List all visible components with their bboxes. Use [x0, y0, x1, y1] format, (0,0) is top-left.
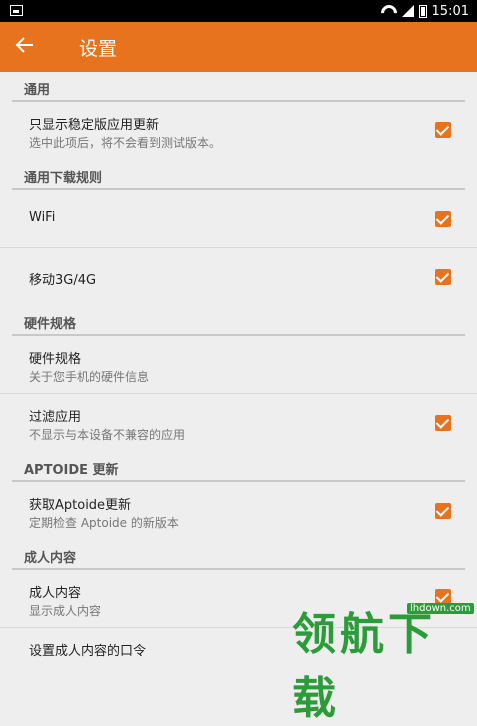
- section-header-label: 通用下载规则: [24, 171, 103, 186]
- setting-title: 硬件规格: [29, 352, 82, 367]
- section-header-label: 硬件规格: [24, 317, 77, 332]
- section-header-general: 通用: [0, 72, 477, 102]
- setting-title: 过滤应用: [29, 410, 82, 425]
- status-icons: 15:01: [381, 3, 469, 19]
- setting-wifi[interactable]: WiFi: [0, 190, 477, 248]
- app-bar: 设置: [0, 22, 477, 72]
- wifi-icon: [381, 5, 397, 17]
- setting-title: 成人内容: [29, 586, 82, 601]
- setting-summary: 选中此项后，将不会看到测试版本。: [29, 136, 222, 150]
- wifi-checkbox[interactable]: [435, 211, 451, 227]
- arrow-left-icon: [15, 37, 33, 53]
- signal-icon: [401, 5, 414, 17]
- section-header-hardware: 硬件规格: [0, 306, 477, 336]
- stable-only-checkbox[interactable]: [435, 122, 451, 138]
- get-updates-checkbox[interactable]: [435, 503, 451, 519]
- battery-icon: [418, 4, 427, 18]
- setting-summary: 关于您手机的硬件信息: [29, 370, 150, 384]
- setting-get-updates[interactable]: 获取Aptoide更新 定期检查 Aptoide 的新版本: [0, 482, 477, 540]
- setting-title: WiFi: [29, 210, 56, 225]
- setting-title: 获取Aptoide更新: [29, 498, 132, 513]
- filter-apps-checkbox[interactable]: [435, 415, 451, 431]
- page-title: 设置: [79, 38, 118, 60]
- section-header-download: 通用下载规则: [0, 160, 477, 190]
- setting-title: 只显示稳定版应用更新: [29, 118, 160, 133]
- back-button[interactable]: [14, 34, 42, 60]
- watermark-logo: 领航下载: [292, 609, 436, 724]
- watermark-url: lhdown.com: [407, 603, 474, 614]
- setting-hardware-specs[interactable]: 硬件规格 关于您手机的硬件信息: [0, 336, 477, 394]
- settings-list: 通用 只显示稳定版应用更新 选中此项后，将不会看到测试版本。 通用下载规则 Wi…: [0, 72, 477, 668]
- setting-title: 设置成人内容的口令: [29, 644, 147, 659]
- setting-summary: 定期检查 Aptoide 的新版本: [29, 516, 179, 530]
- setting-summary: 不显示与本设备不兼容的应用: [29, 428, 186, 442]
- section-header-adult: 成人内容: [0, 540, 477, 570]
- section-header-label: APTOIDE 更新: [24, 463, 119, 478]
- image-notification-icon: [10, 5, 23, 16]
- setting-summary: 显示成人内容: [29, 604, 102, 618]
- status-time: 15:01: [431, 3, 469, 19]
- section-header-label: 通用: [24, 83, 51, 98]
- mobile-data-checkbox[interactable]: [435, 269, 451, 285]
- section-header-label: 成人内容: [24, 551, 77, 566]
- setting-title: 移动3G/4G: [29, 273, 97, 288]
- status-bar: 15:01: [0, 0, 477, 22]
- setting-filter-apps[interactable]: 过滤应用 不显示与本设备不兼容的应用: [0, 394, 477, 452]
- setting-stable-only[interactable]: 只显示稳定版应用更新 选中此项后，将不会看到测试版本。: [0, 102, 477, 160]
- section-header-aptoide: APTOIDE 更新: [0, 452, 477, 482]
- setting-mobile-data[interactable]: 移动3G/4G: [0, 248, 477, 306]
